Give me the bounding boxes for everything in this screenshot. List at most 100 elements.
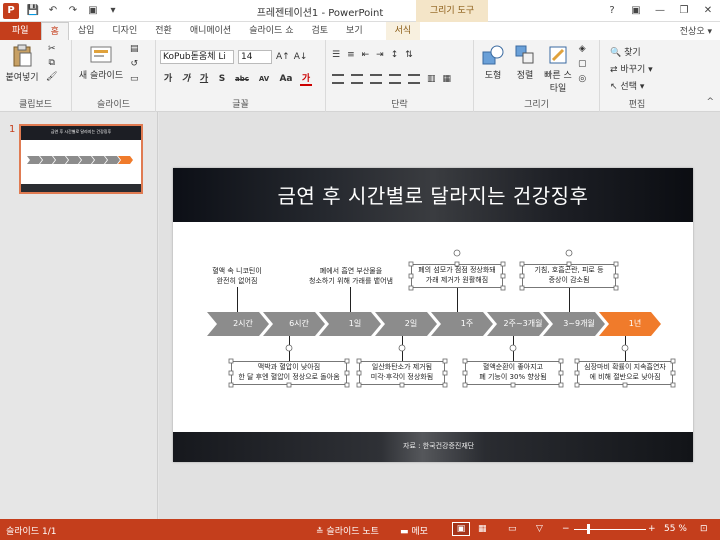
tab-view[interactable]: 보기	[337, 22, 372, 40]
normal-view-icon[interactable]: ▣	[452, 522, 470, 536]
tab-transitions[interactable]: 전환	[146, 22, 181, 40]
arrange-button[interactable]: 정렬	[510, 44, 540, 81]
justify-icon[interactable]	[389, 74, 401, 84]
zoom-slider-thumb[interactable]	[587, 524, 590, 534]
tab-file[interactable]: 파일	[0, 22, 41, 40]
tab-format[interactable]: 서식	[385, 22, 421, 40]
text-direction-icon[interactable]: ⇅	[405, 50, 413, 60]
shapes-button[interactable]: 도형	[476, 44, 510, 81]
undo-icon[interactable]: ↶	[46, 4, 60, 18]
editing-buttons: 🔍 찾기 ⇄ 바꾸기 ▾ ↖ 선택 ▾	[610, 45, 653, 92]
section-icon[interactable]: ▭	[130, 74, 139, 84]
source-caption[interactable]: 자료 : 한국건강증진재단	[403, 441, 474, 451]
slide-thumbnail-1[interactable]: 금연 후 시간별로 달라지는 건강징후	[19, 124, 143, 194]
customize-qat-icon[interactable]: ▾	[106, 4, 120, 18]
underline-button[interactable]: 가	[198, 73, 210, 86]
zoom-out-icon[interactable]: −	[562, 524, 570, 534]
select-button[interactable]: ↖ 선택 ▾	[610, 79, 644, 92]
shadow-button[interactable]: S	[216, 73, 228, 86]
powerpoint-logo-icon: P	[3, 3, 19, 19]
char-spacing-button[interactable]: AV	[256, 73, 272, 86]
zoom-level[interactable]: 55 %	[664, 524, 687, 534]
format-painter-icon[interactable]: 🖌	[46, 72, 57, 82]
shapes-label: 도형	[484, 71, 502, 81]
paste-button[interactable]: 붙여넣기	[3, 44, 41, 83]
shape-outline-icon[interactable]: ▢	[578, 59, 587, 69]
decrease-indent-icon[interactable]: ⇤	[362, 50, 370, 60]
reset-icon[interactable]: ↺	[130, 59, 138, 69]
change-case-button[interactable]: Aa	[278, 73, 294, 86]
font-color-button[interactable]: 가	[300, 73, 312, 86]
tab-slideshow[interactable]: 슬라이드 쇼	[240, 22, 302, 40]
align-left-icon[interactable]	[332, 74, 344, 84]
help-icon[interactable]: ?	[600, 0, 624, 22]
tab-insert[interactable]: 삽입	[69, 22, 104, 40]
clipboard-group-label: 클립보드	[18, 100, 53, 110]
editing-group-label: 편집	[628, 100, 646, 110]
notes-label: 슬라이드 노트	[326, 527, 379, 537]
fit-to-window-icon[interactable]: ⊡	[700, 524, 708, 534]
title-bar: P 💾 ↶ ↷ ▣ ▾ 프레젠테이션1 - PowerPoint 그리기 도구 …	[0, 0, 720, 22]
replace-button[interactable]: ⇄ 바꾸기 ▾	[610, 62, 653, 75]
columns-icon[interactable]: ▥	[427, 74, 436, 84]
grow-font-icon[interactable]: A↑	[276, 52, 290, 62]
font-name-combo[interactable]: KoPub돋움체 Li	[160, 50, 234, 64]
user-account[interactable]: 전상오 ▾	[680, 24, 712, 37]
thumbnail-title: 금연 후 시간별로 달라지는 건강징후	[50, 129, 112, 134]
minimize-button[interactable]: —	[648, 0, 672, 22]
layout-icon[interactable]: ▤	[130, 44, 139, 54]
tab-animations[interactable]: 애니메이션	[181, 22, 240, 40]
numbering-icon[interactable]: ≡	[347, 50, 355, 60]
comments-button[interactable]: ▬ 메모	[400, 524, 428, 537]
align-right-icon[interactable]	[370, 74, 382, 84]
copy-icon[interactable]: ⧉	[49, 58, 55, 68]
quick-styles-button[interactable]: 빠른 스타일	[542, 44, 574, 94]
find-icon: 🔍	[610, 48, 622, 58]
drawing-group-label: 그리기	[524, 100, 549, 110]
tab-review[interactable]: 검토	[302, 22, 337, 40]
ribbon-display-options-icon[interactable]: ▣	[624, 0, 648, 22]
zoom-in-icon[interactable]: +	[648, 524, 656, 534]
find-button[interactable]: 🔍 찾기	[610, 45, 641, 58]
notes-button[interactable]: ≛ 슬라이드 노트	[316, 524, 379, 537]
collapse-ribbon-icon[interactable]: ^	[706, 97, 714, 107]
shape-effects-icon[interactable]: ◎	[578, 74, 586, 84]
redo-icon[interactable]: ↷	[66, 4, 80, 18]
slide-number: 1	[9, 124, 16, 135]
new-slide-button[interactable]: 새 슬라이드	[76, 44, 126, 81]
bullets-icon[interactable]: ☰	[332, 50, 340, 60]
tab-design[interactable]: 디자인	[103, 22, 146, 40]
status-bar: 슬라이드 1/1 ≛ 슬라이드 노트 ▬ 메모 ▣ ▦ ▭ ▽ − + 55 %…	[0, 519, 720, 540]
increase-indent-icon[interactable]: ⇥	[376, 50, 384, 60]
line-spacing-icon[interactable]: ↕	[391, 50, 399, 60]
tab-home[interactable]: 홈	[40, 22, 69, 40]
select-icon: ↖	[610, 82, 618, 92]
paragraph-group-label: 단락	[391, 100, 408, 110]
cut-icon[interactable]: ✂	[48, 44, 56, 54]
shape-fill-icon[interactable]: ◈	[579, 44, 586, 54]
paste-label: 붙여넣기	[5, 73, 39, 83]
restore-button[interactable]: ❐	[672, 0, 696, 22]
close-button[interactable]: ✕	[696, 0, 720, 22]
distributed-icon[interactable]	[408, 74, 420, 84]
start-from-beginning-icon[interactable]: ▣	[86, 4, 100, 18]
slide-sorter-icon[interactable]: ▦	[478, 524, 487, 534]
strikethrough-button[interactable]: abc	[234, 73, 250, 86]
arrange-icon	[515, 45, 534, 64]
clipboard-small-buttons: ✂ ⧉ 🖌	[46, 44, 57, 82]
save-icon[interactable]: 💾	[26, 4, 40, 18]
italic-button[interactable]: 가	[180, 73, 192, 86]
font-size-combo[interactable]: 14	[238, 50, 272, 64]
font-format-row: 가 가 가 S abc AV Aa 가	[162, 73, 312, 86]
align-center-icon[interactable]	[351, 74, 363, 84]
quick-access-toolbar: 💾 ↶ ↷ ▣ ▾	[26, 4, 120, 18]
slide-1[interactable]: 금연 후 시간별로 달라지는 건강징후 혈액 속 니코틴이 완전히 없어짐 폐에…	[173, 168, 693, 462]
reading-view-icon[interactable]: ▭	[508, 524, 517, 534]
smartart-icon[interactable]: ▦	[443, 74, 452, 84]
font-group-label: 글꼴	[232, 100, 249, 110]
shrink-font-icon[interactable]: A↓	[294, 52, 308, 62]
bold-button[interactable]: 가	[162, 73, 174, 86]
select-label: 선택	[620, 82, 637, 92]
slideshow-icon[interactable]: ▽	[536, 524, 543, 534]
zoom-slider[interactable]	[574, 529, 646, 530]
